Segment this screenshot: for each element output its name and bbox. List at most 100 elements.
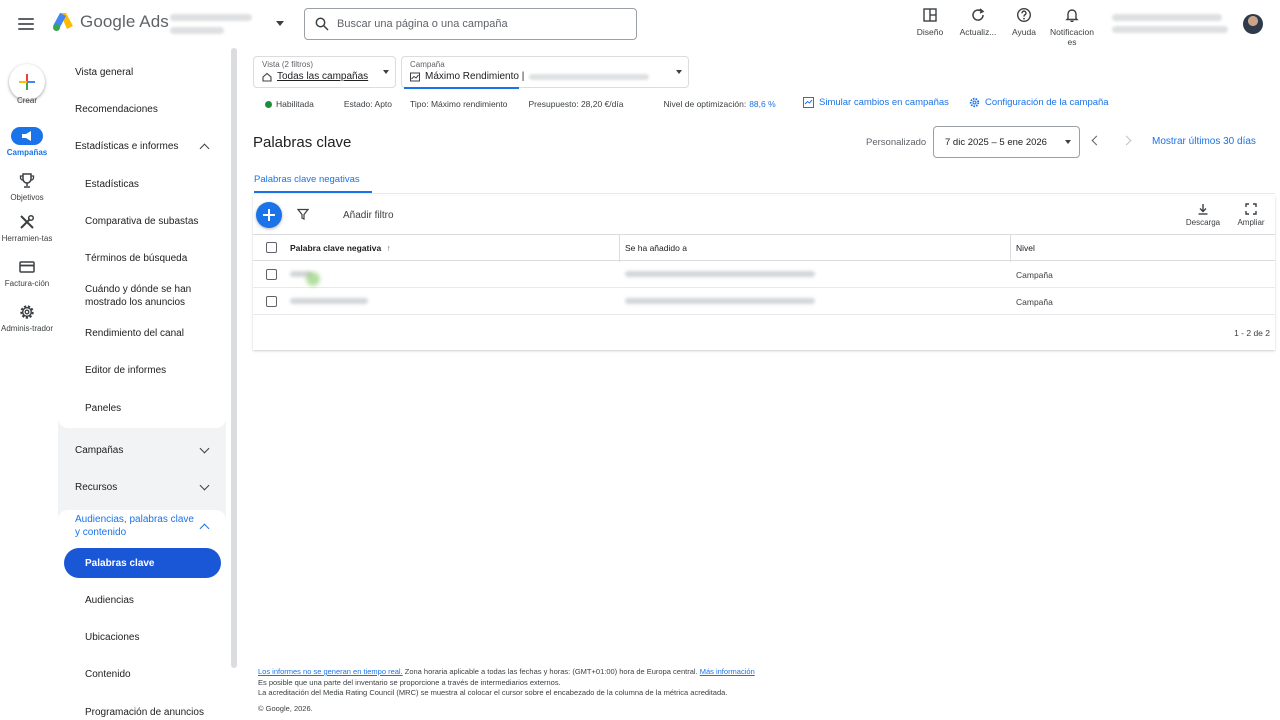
refresh-button[interactable]: Actualiz... xyxy=(952,7,1004,37)
nav-item-statistics[interactable]: Estadísticas xyxy=(58,174,226,194)
date-range-picker[interactable]: 7 dic 2025 – 5 ene 2026 xyxy=(933,126,1080,158)
nav-item-report-editor[interactable]: Editor de informes xyxy=(58,360,226,380)
chevron-down-icon xyxy=(1065,140,1071,144)
mouse-cursor-highlight xyxy=(306,272,320,286)
sort-ascending-icon: ↑ xyxy=(386,243,391,253)
nav-item-placements[interactable]: Ubicaciones xyxy=(58,627,226,647)
nav-scrollbar[interactable] xyxy=(231,48,237,668)
column-divider[interactable] xyxy=(1010,235,1011,262)
simulate-changes-link[interactable]: Simular cambios en campañas xyxy=(803,97,949,108)
account-id-redacted xyxy=(170,27,224,34)
account-selector[interactable] xyxy=(170,10,290,40)
column-header-added-to[interactable]: Se ha añadido a xyxy=(625,243,687,253)
help-button[interactable]: Ayuda xyxy=(998,7,1050,37)
added-to-redacted[interactable] xyxy=(625,271,815,277)
layout-button[interactable]: Diseño xyxy=(904,7,956,37)
next-period-icon[interactable] xyxy=(1121,135,1132,146)
table-row[interactable]: Campaña xyxy=(253,288,1275,315)
search-input[interactable] xyxy=(337,18,617,30)
campaign-status-bar: Habilitada Estado: Apto Tipo: Máximo ren… xyxy=(265,99,776,109)
nav-label: Comparativa de subastas xyxy=(85,215,199,227)
nav-item-search-terms[interactable]: Términos de búsqueda xyxy=(58,248,226,268)
avatar[interactable] xyxy=(1243,14,1263,34)
campaign-settings-link[interactable]: Configuración de la campaña xyxy=(969,97,1109,108)
reports-not-realtime-link[interactable]: Los informes no se generan en tiempo rea… xyxy=(258,667,403,676)
rail-item-billing[interactable]: Factura-ción xyxy=(0,258,54,288)
rail-item-tools[interactable]: Herramien-tas xyxy=(0,213,54,243)
download-button[interactable]: Descarga xyxy=(1181,203,1225,227)
column-header-keyword[interactable]: Palabra clave negativa ↑ xyxy=(290,243,391,253)
level-cell: Campaña xyxy=(1016,297,1053,307)
nav-panel: Vista general Recomendaciones Estadístic… xyxy=(58,48,226,720)
status-eligibility: Estado: Apto xyxy=(343,99,393,109)
rail-item-goals[interactable]: Objetivos xyxy=(0,172,54,202)
nav-label: Estadísticas xyxy=(85,178,139,190)
profile-info-redacted[interactable] xyxy=(1112,14,1232,33)
trophy-icon xyxy=(19,173,35,188)
table-row[interactable]: Campaña xyxy=(253,261,1275,288)
status-optimization-value[interactable]: 88,6 % xyxy=(749,99,775,109)
nav-item-campaigns[interactable]: Campañas xyxy=(58,440,226,460)
nav-item-ad-schedule[interactable]: Programación de anuncios xyxy=(58,702,226,720)
more-info-link[interactable]: Más información xyxy=(700,667,755,676)
row-checkbox[interactable] xyxy=(266,296,277,307)
nav-item-when-where[interactable]: Cuándo y dónde se han mostrado los anunc… xyxy=(58,282,226,310)
nav-item-audiences-keywords-content[interactable]: Audiencias, palabras clave y contenido xyxy=(58,512,226,540)
menu-icon[interactable] xyxy=(14,12,38,36)
notifications-button[interactable]: Notificacion es xyxy=(1046,7,1098,47)
level-cell: Campaña xyxy=(1016,270,1053,280)
nav-item-overview[interactable]: Vista general xyxy=(58,62,226,82)
inventory-note: Es posible que una parte del inventario … xyxy=(258,677,561,687)
row-checkbox[interactable] xyxy=(266,269,277,280)
nav-item-dashboards[interactable]: Paneles xyxy=(58,398,226,418)
search-box[interactable] xyxy=(304,8,637,40)
rail-label-create: Crear xyxy=(16,96,37,105)
tabs-divider xyxy=(253,193,1275,194)
tab-negative-keywords[interactable]: Palabras clave negativas xyxy=(254,174,360,185)
rail-item-campaigns[interactable]: Campañas xyxy=(0,127,54,157)
nav-item-content[interactable]: Contenido xyxy=(58,664,226,684)
chevron-up-icon xyxy=(199,143,210,153)
rail-label-campaigns: Campañas xyxy=(6,148,48,157)
google-ads-logo[interactable]: Google Ads xyxy=(52,12,169,32)
create-button[interactable] xyxy=(9,64,45,100)
nav-label: Recomendaciones xyxy=(75,103,158,115)
nav-label: Rendimiento del canal xyxy=(85,327,184,339)
nav-item-channel-performance[interactable]: Rendimiento del canal xyxy=(58,323,226,343)
nav-label: Audiencias xyxy=(85,594,134,606)
campaign-picker[interactable]: Campaña Máximo Rendimiento | xyxy=(401,56,689,89)
add-filter-button[interactable]: Añadir filtro xyxy=(343,210,394,221)
status-budget[interactable]: Presupuesto: 28,20 €/día xyxy=(529,99,624,109)
nav-item-keywords[interactable]: Palabras clave xyxy=(64,548,221,578)
nav-item-recommendations[interactable]: Recomendaciones xyxy=(58,99,226,119)
nav-item-assets[interactable]: Recursos xyxy=(58,477,226,497)
add-keyword-button[interactable] xyxy=(256,202,282,228)
previous-period-icon[interactable] xyxy=(1091,135,1102,146)
keyword-redacted[interactable] xyxy=(290,298,368,304)
chevron-up-icon xyxy=(199,523,210,533)
negative-keywords-table: Añadir filtro Descarga Ampliar Palabra c… xyxy=(253,196,1275,350)
chevron-down-icon xyxy=(199,443,210,453)
nav-item-auction-insights[interactable]: Comparativa de subastas xyxy=(58,211,226,231)
pagination-info: 1 - 2 de 2 xyxy=(1234,328,1270,338)
nav-item-insights-reports[interactable]: Estadísticas e informes xyxy=(58,136,226,156)
nav-label: Programación de anuncios xyxy=(85,706,204,718)
added-to-redacted[interactable] xyxy=(625,298,815,304)
nav-label: Cuándo y dónde se han mostrado los anunc… xyxy=(85,284,192,308)
column-divider[interactable] xyxy=(619,235,620,262)
column-header-level[interactable]: Nivel xyxy=(1016,243,1035,253)
settings-gear-icon xyxy=(969,97,980,108)
select-all-checkbox[interactable] xyxy=(266,242,277,253)
show-last-30-days-link[interactable]: Mostrar últimos 30 días xyxy=(1152,136,1256,147)
page-title: Palabras clave xyxy=(253,134,352,151)
campaign-settings-label: Configuración de la campaña xyxy=(985,97,1109,108)
expand-button[interactable]: Ampliar xyxy=(1229,203,1273,227)
rail-item-create[interactable]: Crear xyxy=(0,56,54,108)
refresh-label: Actualiz... xyxy=(959,27,997,37)
campaign-picker-label: Campaña xyxy=(410,60,445,69)
filter-icon[interactable] xyxy=(297,208,309,220)
nav-item-audiences[interactable]: Audiencias xyxy=(58,590,226,610)
status-enabled[interactable]: Habilitada xyxy=(276,99,314,109)
rail-item-admin[interactable]: Adminis-trador xyxy=(0,303,54,333)
view-picker[interactable]: Vista (2 filtros) Todas las campañas xyxy=(253,56,396,88)
